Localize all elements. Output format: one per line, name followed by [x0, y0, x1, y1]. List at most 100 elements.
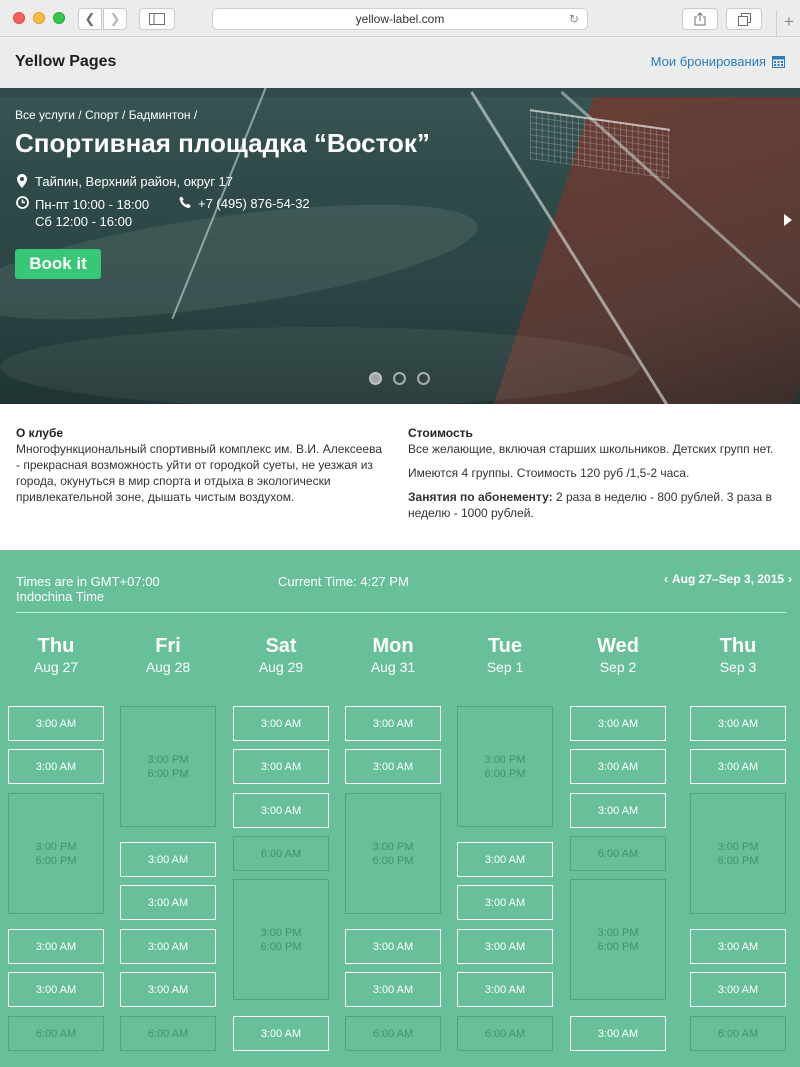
phone[interactable]: +7 (495) 876-54-32 [178, 196, 310, 212]
sidebar-button[interactable] [139, 8, 175, 30]
next-slide-arrow[interactable] [784, 214, 792, 226]
time-slot-unavailable: 3:00 PM 6:00 PM [233, 879, 329, 1000]
slot-time: 3:00 AM [372, 940, 414, 953]
day-name: Thu [37, 635, 75, 657]
time-slot-unavailable: 6:00 AM [690, 1016, 786, 1051]
chevron-left-icon: ❮ [84, 11, 96, 26]
time-slot-available[interactable]: 3:00 AM [8, 749, 104, 784]
time-slot-available[interactable]: 3:00 AM [457, 929, 553, 964]
time-slot-available[interactable]: 3:00 AM [233, 1016, 329, 1051]
clock-icon [15, 196, 29, 212]
forward-button[interactable]: ❯ [103, 8, 127, 30]
time-slot-available[interactable]: 3:00 AM [233, 749, 329, 784]
site-header: Yellow Pages Мои бронирования [0, 37, 800, 88]
time-slot-available[interactable]: 3:00 AM [345, 929, 441, 964]
share-button[interactable] [682, 8, 718, 30]
my-bookings-label: Мои бронирования [650, 54, 766, 69]
schedule-panel: Times are in GMT+07:00 Indochina Time Cu… [0, 550, 800, 1067]
browser-toolbar: ❮ ❯ yellow-label.com ↻ + [0, 0, 800, 37]
slide-dot-3[interactable] [417, 372, 430, 385]
phone-icon [178, 196, 192, 212]
time-slot-available[interactable]: 3:00 AM [120, 929, 216, 964]
time-slot-available[interactable]: 3:00 AM [570, 793, 666, 828]
time-slot-unavailable: 6:00 AM [8, 1016, 104, 1051]
time-slot-available[interactable]: 3:00 AM [120, 842, 216, 877]
time-slot-available[interactable]: 3:00 AM [690, 972, 786, 1007]
time-slot-available[interactable]: 3:00 AM [690, 929, 786, 964]
time-slot-available[interactable]: 3:00 AM [8, 972, 104, 1007]
time-slot-available[interactable]: 3:00 AM [690, 706, 786, 741]
day-date: Aug 27 [33, 659, 79, 675]
price-line-3: Занятия по абонементу: 2 раза в неделю -… [408, 489, 784, 521]
day-date: Aug 31 [370, 659, 416, 675]
slot-time: 3:00 AM [484, 940, 526, 953]
slot-time: 3:00 PM [260, 926, 302, 939]
share-icon [694, 12, 706, 26]
my-bookings-link[interactable]: Мои бронирования [651, 54, 785, 69]
time-slot-available[interactable]: 3:00 AM [120, 972, 216, 1007]
time-slot-unavailable: 3:00 PM 6:00 PM [345, 793, 441, 914]
slot-time: 3:00 AM [484, 853, 526, 866]
date-range-nav: ‹ Aug 27–Sep 3, 2015 › [664, 572, 792, 586]
slide-dot-2[interactable] [393, 372, 406, 385]
subscription-label: Занятия по абонементу: [408, 490, 553, 504]
day-date: Aug 28 [145, 659, 191, 675]
day-name: Thu [719, 635, 757, 657]
back-button[interactable]: ❮ [78, 8, 102, 30]
next-week-chevron-icon[interactable]: › [788, 572, 792, 586]
prev-week-chevron-icon[interactable]: ‹ [664, 572, 668, 586]
slot-time: 3:00 AM [147, 853, 189, 866]
slot-time-end: 6:00 PM [597, 940, 639, 953]
slot-time: 3:00 AM [147, 940, 189, 953]
time-slot-available[interactable]: 3:00 AM [457, 972, 553, 1007]
time-slot-available[interactable]: 3:00 AM [8, 706, 104, 741]
minimize-window-button[interactable] [33, 12, 45, 24]
book-it-button[interactable]: Book it [15, 249, 101, 279]
time-slot-available[interactable]: 3:00 AM [8, 929, 104, 964]
day-column-header: Wed Sep 2 [570, 635, 666, 675]
timezone-line-1: Times are in GMT+07:00 [16, 574, 160, 589]
slide-dot-1[interactable] [369, 372, 382, 385]
close-window-button[interactable] [13, 12, 25, 24]
time-slot-available[interactable]: 3:00 AM [690, 749, 786, 784]
time-slot-available[interactable]: 3:00 AM [233, 706, 329, 741]
day-column-header: Thu Sep 3 [690, 635, 786, 675]
tabs-overview-button[interactable] [726, 8, 762, 30]
new-tab-button[interactable]: + [776, 10, 800, 37]
day-name: Tue [487, 635, 523, 657]
time-slot-available[interactable]: 3:00 AM [120, 885, 216, 920]
slot-time: 3:00 AM [717, 983, 759, 996]
site-logo[interactable]: Yellow Pages [15, 53, 116, 71]
time-slot-available[interactable]: 3:00 AM [345, 749, 441, 784]
price-line-1: Все желающие, включая старших школьников… [408, 442, 774, 456]
slot-time: 3:00 PM [597, 926, 639, 939]
time-slot-available[interactable]: 3:00 AM [457, 885, 553, 920]
slot-time: 3:00 AM [260, 804, 302, 817]
slot-time-end: 6:00 PM [484, 767, 526, 780]
time-slot-available[interactable]: 3:00 AM [345, 706, 441, 741]
slot-time: 3:00 AM [372, 760, 414, 773]
reload-icon[interactable]: ↻ [569, 12, 579, 26]
address-bar[interactable]: yellow-label.com ↻ [212, 8, 588, 30]
time-slot-unavailable: 6:00 AM [457, 1016, 553, 1051]
slot-time-end: 6:00 PM [35, 854, 77, 867]
time-slot-available[interactable]: 3:00 AM [570, 749, 666, 784]
day-column-header: Thu Aug 27 [8, 635, 104, 675]
phone-number[interactable]: +7 (495) 876-54-32 [198, 196, 310, 211]
time-slot-available[interactable]: 3:00 AM [233, 793, 329, 828]
zoom-window-button[interactable] [53, 12, 65, 24]
time-slot-unavailable: 6:00 AM [233, 836, 329, 871]
url-text: yellow-label.com [355, 12, 445, 26]
address-text: Тайпин, Верхний район, округ 17 [35, 174, 234, 189]
time-slot-available[interactable]: 3:00 AM [570, 706, 666, 741]
breadcrumb[interactable]: Все услуги / Спорт / Бадминтон / [15, 108, 197, 122]
time-slot-unavailable: 6:00 AM [345, 1016, 441, 1051]
time-slot-available[interactable]: 3:00 AM [457, 842, 553, 877]
time-slot-available[interactable]: 3:00 AM [345, 972, 441, 1007]
day-name: Wed [597, 635, 639, 657]
slot-time-end: 6:00 PM [260, 940, 302, 953]
day-date: Sep 2 [599, 659, 637, 675]
time-slot-unavailable: 3:00 PM 6:00 PM [457, 706, 553, 827]
time-slot-available[interactable]: 3:00 AM [570, 1016, 666, 1051]
slot-time: 3:00 AM [147, 896, 189, 909]
